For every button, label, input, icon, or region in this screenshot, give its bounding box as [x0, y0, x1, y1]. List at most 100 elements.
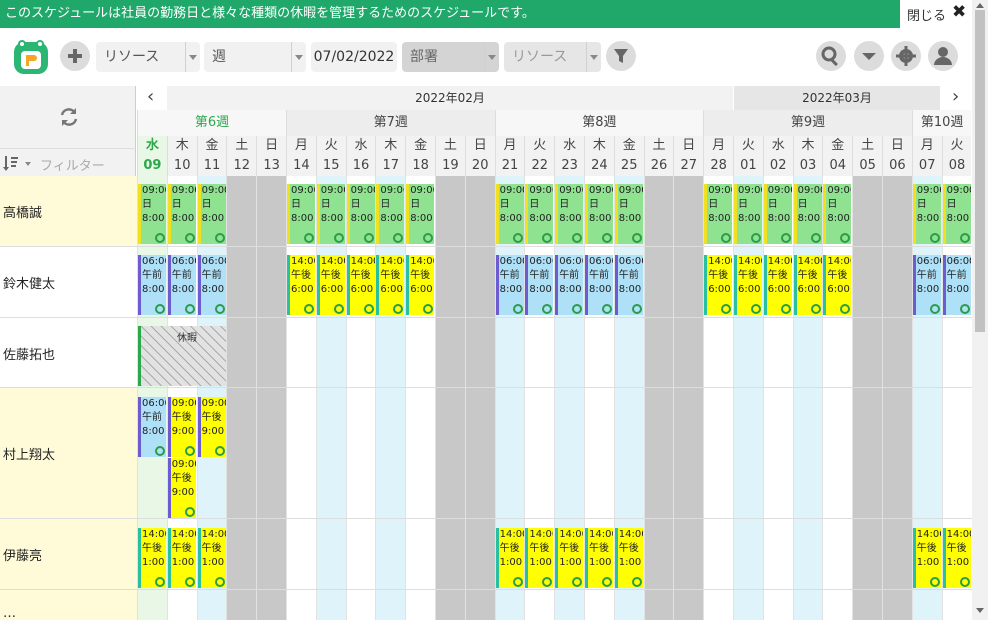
refresh-icon[interactable]: [58, 106, 80, 128]
day-header[interactable]: 火 22: [524, 136, 555, 176]
day-header[interactable]: 土 26: [643, 136, 674, 176]
shift-block[interactable]: 14:00 午後 1:00: [555, 528, 584, 588]
day-header[interactable]: 木 24: [584, 136, 614, 176]
shift-block[interactable]: 14:00 午後 1:00: [942, 528, 971, 588]
day-header[interactable]: 木 17: [375, 136, 406, 176]
shift-block[interactable]: 14:00 午後 6:00: [287, 255, 315, 315]
shift-block[interactable]: 06:00 午前 8:00: [912, 255, 941, 315]
shift-block[interactable]: 09:00 日 8:00: [734, 184, 762, 244]
shift-block[interactable]: 14:00 午後 1:00: [912, 528, 941, 588]
shift-block[interactable]: 09:00 午後 9:00: [167, 397, 196, 457]
shift-block[interactable]: 09:00 日 8:00: [167, 184, 196, 244]
day-header[interactable]: 木 10: [166, 136, 197, 176]
resource-filter-select[interactable]: リソース: [504, 42, 601, 72]
shift-block[interactable]: 14:00 午後 6:00: [316, 255, 345, 315]
day-header[interactable]: 金 18: [405, 136, 435, 176]
day-header[interactable]: 金 25: [613, 136, 644, 176]
shift-block[interactable]: 06:00 午前 8:00: [138, 397, 166, 457]
day-header[interactable]: 水 02: [762, 136, 793, 176]
shift-block[interactable]: 06:00 午前 8:00: [942, 255, 971, 315]
shift-block[interactable]: 09:00 日 8:00: [525, 184, 554, 244]
shift-block[interactable]: 09:00 日 8:00: [912, 184, 941, 244]
shift-block[interactable]: 09:00 午後 9:00: [167, 458, 196, 518]
day-header[interactable]: 水 23: [554, 136, 584, 176]
day-header[interactable]: 土 19: [435, 136, 465, 176]
day-header[interactable]: 月 14: [286, 136, 316, 176]
shift-block[interactable]: 14:00 午後 6:00: [734, 255, 762, 315]
shift-block[interactable]: 14:00 午後 1:00: [614, 528, 643, 588]
chevron-left-icon[interactable]: ‹: [147, 86, 154, 108]
shift-block[interactable]: 06:00 午前 8:00: [197, 255, 226, 315]
day-header[interactable]: 日 20: [464, 136, 495, 176]
shift-block[interactable]: 14:00 午後 1:00: [525, 528, 554, 588]
add-button[interactable]: [60, 41, 90, 71]
shift-block[interactable]: 06:00 午前 8:00: [525, 255, 554, 315]
shift-block[interactable]: 09:00 日 8:00: [614, 184, 643, 244]
day-header[interactable]: 水 09: [137, 136, 167, 176]
shift-block[interactable]: 14:00 午後 1:00: [585, 528, 613, 588]
filter-button[interactable]: [606, 41, 636, 71]
date-input[interactable]: 07/02/2022: [311, 42, 397, 72]
shift-block[interactable]: 09:00 日 8:00: [763, 184, 792, 244]
shift-block[interactable]: 14:00 午後 1:00: [138, 528, 166, 588]
day-header[interactable]: 日 13: [256, 136, 286, 176]
shift-block[interactable]: 14:00 午後 6:00: [376, 255, 405, 315]
shift-block[interactable]: 14:00 午後 1:00: [167, 528, 196, 588]
shift-block[interactable]: 09:00 日 8:00: [585, 184, 613, 244]
view-select[interactable]: 週: [204, 42, 306, 72]
scroll-down-icon[interactable]: [976, 608, 984, 613]
shift-block[interactable]: 06:00 午前 8:00: [585, 255, 613, 315]
shift-block[interactable]: 14:00 午後 6:00: [704, 255, 733, 315]
department-select[interactable]: 部署: [402, 42, 499, 72]
shift-block[interactable]: 09:00 日 8:00: [197, 184, 226, 244]
shift-block[interactable]: 14:00 午後 6:00: [763, 255, 792, 315]
shift-block[interactable]: 06:00 午前 8:00: [555, 255, 584, 315]
day-header[interactable]: 月 21: [494, 136, 525, 176]
shift-block[interactable]: 06:00 午前 8:00: [167, 255, 196, 315]
shift-block[interactable]: 14:00 午後 6:00: [823, 255, 852, 315]
shift-block[interactable]: 14:00 午後 6:00: [793, 255, 822, 315]
shift-block[interactable]: 09:00 午後 9:00: [197, 397, 226, 457]
day-header[interactable]: 木 03: [792, 136, 823, 176]
day-header[interactable]: 火 01: [733, 136, 763, 176]
vertical-scrollbar[interactable]: [972, 0, 988, 620]
shift-block[interactable]: 14:00 午後 6:00: [346, 255, 375, 315]
day-header[interactable]: 火 08: [941, 136, 972, 176]
shift-block[interactable]: 06:00 午前 8:00: [614, 255, 643, 315]
day-header[interactable]: 金 11: [196, 136, 227, 176]
shift-block[interactable]: 09:00 日 8:00: [823, 184, 852, 244]
resource-row[interactable]: 村上翔太: [0, 388, 137, 519]
chevron-right-icon[interactable]: ›: [952, 86, 959, 108]
shift-block[interactable]: 09:00 日 8:00: [793, 184, 822, 244]
shift-block[interactable]: 09:00 日 8:00: [316, 184, 345, 244]
day-header[interactable]: 土 12: [226, 136, 257, 176]
scrollbar-thumb[interactable]: [975, 10, 985, 332]
scroll-up-icon[interactable]: [976, 3, 984, 8]
day-header[interactable]: 月 07: [911, 136, 942, 176]
shift-block[interactable]: 09:00 日 8:00: [406, 184, 435, 244]
shift-block[interactable]: 09:00 日 8:00: [346, 184, 375, 244]
filter-input[interactable]: フィルター: [40, 155, 105, 174]
resource-row[interactable]: 佐藤拓也: [0, 318, 137, 388]
user-button[interactable]: [928, 41, 958, 71]
day-header[interactable]: 火 15: [315, 136, 346, 176]
shift-block[interactable]: 09:00 日 8:00: [555, 184, 584, 244]
sort-icon[interactable]: [3, 156, 35, 172]
resource-row[interactable]: …: [0, 590, 137, 620]
resource-row[interactable]: 高橋誠: [0, 176, 137, 247]
shift-block[interactable]: 14:00 午後 1:00: [197, 528, 226, 588]
leave-block[interactable]: 休暇: [138, 326, 226, 386]
day-header[interactable]: 月 28: [703, 136, 733, 176]
search-button[interactable]: [816, 41, 846, 71]
resource-row[interactable]: 鈴木健太: [0, 247, 137, 318]
shift-block[interactable]: 09:00 日 8:00: [287, 184, 315, 244]
shift-block[interactable]: 09:00 日 8:00: [376, 184, 405, 244]
shift-block[interactable]: 09:00 日 8:00: [138, 184, 166, 244]
resource-select[interactable]: リソース: [96, 42, 200, 72]
shift-block[interactable]: 06:00 午前 8:00: [138, 255, 166, 315]
shift-block[interactable]: 14:00 午後 6:00: [406, 255, 435, 315]
shift-block[interactable]: 09:00 日 8:00: [942, 184, 971, 244]
shift-block[interactable]: 06:00 午前 8:00: [495, 255, 524, 315]
day-header[interactable]: 日 27: [673, 136, 704, 176]
day-header[interactable]: 日 06: [882, 136, 912, 176]
